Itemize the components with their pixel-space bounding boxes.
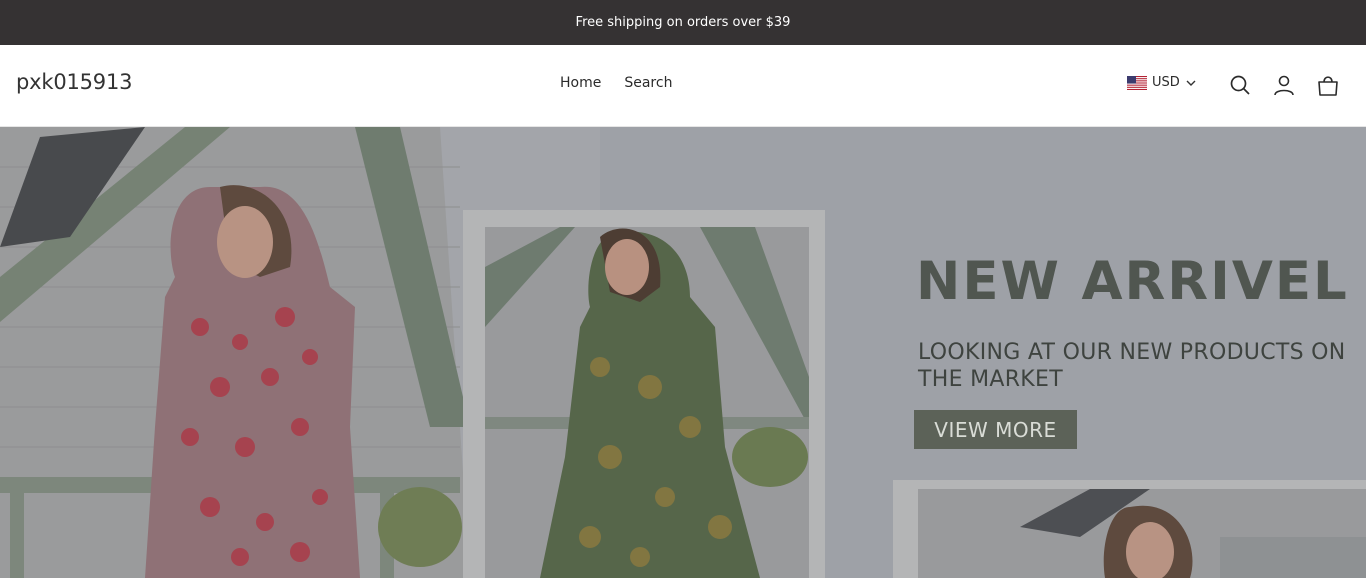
site-header: pxk015913 Home Search USD	[0, 45, 1366, 127]
chevron-down-icon	[1186, 80, 1196, 86]
currency-code: USD	[1152, 75, 1180, 90]
nav-home-link[interactable]: Home	[560, 75, 601, 91]
announcement-text: Free shipping on orders over $39	[575, 15, 791, 30]
store-logo[interactable]: pxk015913	[16, 70, 132, 94]
cart-icon[interactable]	[1316, 73, 1340, 97]
currency-selector[interactable]: USD	[1127, 75, 1197, 90]
view-more-button[interactable]: VIEW MORE	[914, 410, 1077, 449]
main-nav: Home Search	[560, 75, 672, 91]
hero-banner[interactable]: NEW ARRIVEL LOOKING AT OUR NEW PRODUCTS …	[0, 127, 1366, 578]
account-icon[interactable]	[1272, 73, 1296, 97]
nav-search-link[interactable]: Search	[624, 75, 672, 91]
search-icon[interactable]	[1228, 73, 1252, 97]
us-flag-icon	[1127, 75, 1147, 90]
hero-subtitle: LOOKING AT OUR NEW PRODUCTS ON THE MARKE…	[918, 340, 1346, 392]
announcement-bar: Free shipping on orders over $39	[0, 0, 1366, 45]
hero-title: NEW ARRIVEL	[916, 251, 1349, 312]
